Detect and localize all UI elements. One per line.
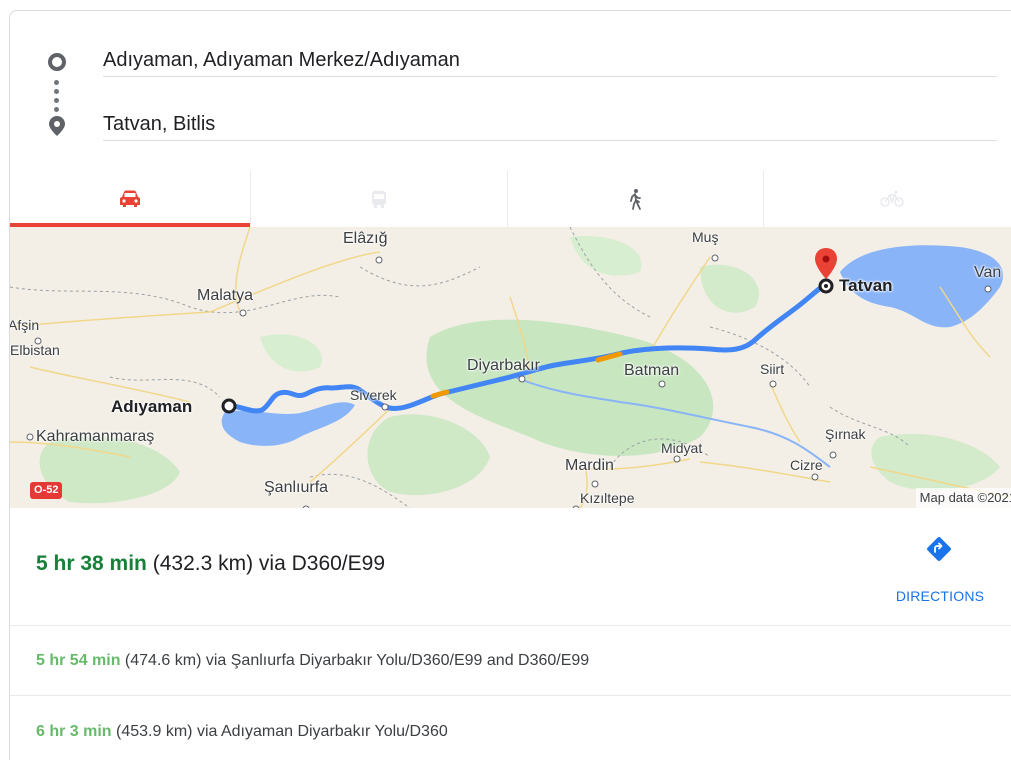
travel-mode-tabs xyxy=(10,171,1011,227)
directions-icon xyxy=(927,537,951,561)
destination-field[interactable]: Tatvan, Bitlis xyxy=(103,107,997,141)
primary-route-summary: 5 hr 38 min (432.3 km) via D360/E99 xyxy=(36,552,385,576)
tab-transit[interactable] xyxy=(251,171,508,227)
map-label-cizre: Cizre xyxy=(790,457,823,473)
car-icon xyxy=(120,190,141,207)
map-label-elazig: Elâzığ xyxy=(343,230,388,247)
alternate-route-duration: 5 hr 54 min xyxy=(36,652,121,669)
alternate-route-details: (453.9 km) via Adıyaman Diyarbakır Yolu/… xyxy=(111,723,448,740)
origin-field[interactable]: Adıyaman, Adıyaman Merkez/Adıyaman xyxy=(103,43,997,77)
map-label-kiziltepe: Kızıltepe xyxy=(580,490,635,506)
map-label-batman: Batman xyxy=(624,362,680,379)
map-attribution[interactable]: Map data ©2021 xyxy=(915,488,1011,508)
primary-route-details: (432.3 km) via D360/E99 xyxy=(146,552,386,575)
destination-row[interactable]: Tatvan, Bitlis xyxy=(10,95,1010,155)
map-label-sanliurfa: Şanlıurfa xyxy=(264,479,329,496)
map-label-van: Van xyxy=(974,264,1002,281)
alternate-route-summary: 5 hr 54 min (474.6 km) via Şanlıurfa Diy… xyxy=(36,652,589,670)
route-map[interactable]: Elâzığ Muş Van Tatvan Malatya Afşin Elbi… xyxy=(10,227,1011,508)
alternate-route-summary: 6 hr 3 min (453.9 km) via Adıyaman Diyar… xyxy=(36,723,448,741)
tab-walking[interactable] xyxy=(508,171,764,227)
map-label-tatvan: Tatvan xyxy=(839,276,893,295)
alternate-route[interactable]: 5 hr 54 min (474.6 km) via Şanlıurfa Diy… xyxy=(10,626,1011,696)
map-label-adiyaman: Adıyaman xyxy=(111,397,193,416)
directions-label: DIRECTIONS xyxy=(895,588,985,604)
alternate-route[interactable]: 6 hr 3 min (453.9 km) via Adıyaman Diyar… xyxy=(10,697,1011,760)
directions-button[interactable]: DIRECTIONS xyxy=(880,526,1000,606)
map-label-sirnak: Şırnak xyxy=(825,426,866,442)
transit-icon xyxy=(371,191,386,208)
map-label-siverek: Siverek xyxy=(350,387,397,403)
origin-row[interactable]: Adıyaman, Adıyaman Merkez/Adıyaman xyxy=(10,31,1010,91)
map-label-elbistan: Elbistan xyxy=(10,342,60,358)
destination-pin-icon xyxy=(49,116,65,136)
map-label-mus: Muş xyxy=(692,229,719,245)
map-label-siirt: Siirt xyxy=(760,361,785,377)
map-label-afsin: Afşin xyxy=(10,317,40,333)
map-label-malatya: Malatya xyxy=(197,287,254,304)
alternate-route-details: (474.6 km) via Şanlıurfa Diyarbakır Yolu… xyxy=(120,652,590,669)
bicycle-icon xyxy=(880,190,904,207)
directions-card: Adıyaman, Adıyaman Merkez/Adıyaman Tatva… xyxy=(9,10,1011,760)
tab-cycling[interactable] xyxy=(764,171,1011,227)
map-label-kahramanmaras: Kahramanmaraş xyxy=(36,428,155,445)
road-badge: O-52 xyxy=(30,482,63,499)
map-label-diyarbakir: Diyarbakır xyxy=(467,357,540,374)
alternate-route-duration: 6 hr 3 min xyxy=(36,723,112,740)
primary-route[interactable]: 5 hr 38 min (432.3 km) via D360/E99 DIRE… xyxy=(10,508,1011,626)
primary-route-duration: 5 hr 38 min xyxy=(36,552,147,575)
tab-driving[interactable] xyxy=(10,171,252,227)
map-label-mardin: Mardin xyxy=(565,457,614,474)
walking-icon xyxy=(630,189,642,210)
origin-circle-icon xyxy=(48,53,66,71)
map-label-midyat: Midyat xyxy=(661,440,703,456)
